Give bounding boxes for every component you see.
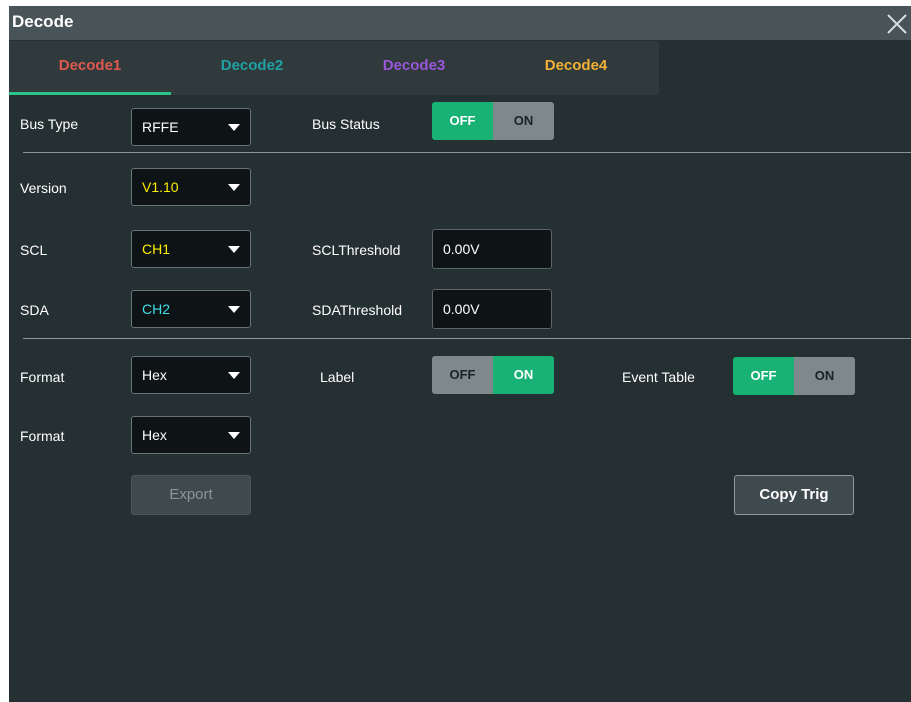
format-dropdown-2[interactable]: Hex [131,416,251,454]
event-table-on-option[interactable]: ON [794,357,855,395]
format-value-2: Hex [142,427,167,443]
active-tab-indicator [9,92,171,95]
sda-threshold-label: SDAThreshold [312,302,403,318]
label-on-option[interactable]: ON [493,356,554,394]
format-dropdown[interactable]: Hex [131,356,251,394]
bus-type-value: RFFE [142,119,179,135]
event-table-label: Event Table [622,369,695,385]
sda-value: CH2 [142,301,171,317]
tab-decode3[interactable]: Decode3 [333,41,495,95]
close-icon[interactable] [885,12,909,36]
sda-threshold-value: 0.00V [443,301,480,317]
tab-decode4-label: Decode4 [544,57,608,74]
scl-threshold-value: 0.00V [443,241,480,257]
export-button[interactable]: Export [131,475,251,515]
chevron-down-icon [228,246,240,253]
tab-decode2[interactable]: Decode2 [171,41,333,95]
scl-threshold-label: SCLThreshold [312,242,401,258]
scl-threshold-input[interactable]: 0.00V [432,229,552,269]
format-label-2: Format [20,428,65,444]
label-toggle-label: Label [320,369,355,385]
title-bar: Decode [9,6,911,40]
event-table-off-option[interactable]: OFF [733,357,794,395]
chevron-down-icon [228,184,240,191]
format-label: Format [20,369,65,385]
label-toggle[interactable]: OFF ON [432,356,554,394]
sda-dropdown[interactable]: CH2 [131,290,251,328]
chevron-down-icon [228,432,240,439]
scl-dropdown[interactable]: CH1 [131,230,251,268]
bus-status-on-option[interactable]: ON [493,102,554,140]
bus-type-dropdown[interactable]: RFFE [131,108,251,146]
decode-tabs: Decode1 Decode2 Decode3 Decode4 [9,41,659,95]
event-table-toggle[interactable]: OFF ON [733,357,855,395]
chevron-down-icon [228,306,240,313]
decode-dialog: Decode Decode1 Decode2 Decode3 Decode4 B… [9,6,911,702]
bus-status-label: Bus Status [312,116,380,132]
divider [23,152,911,153]
version-dropdown[interactable]: V1.10 [131,168,251,206]
sda-threshold-input[interactable]: 0.00V [432,289,552,329]
tab-decode4[interactable]: Decode4 [495,41,657,95]
version-value: V1.10 [142,179,179,195]
sda-label: SDA [20,302,49,318]
bus-status-toggle[interactable]: OFF ON [432,102,554,140]
tab-decode2-label: Decode2 [220,57,284,74]
tab-decode3-label: Decode3 [382,57,446,74]
version-label: Version [20,180,67,196]
divider [23,338,911,339]
tab-decode1[interactable]: Decode1 [9,41,171,95]
copy-trig-button[interactable]: Copy Trig [734,475,854,515]
scl-value: CH1 [142,241,171,257]
label-off-option[interactable]: OFF [432,356,493,394]
bus-status-off-option[interactable]: OFF [432,102,493,140]
chevron-down-icon [228,124,240,131]
bus-type-label: Bus Type [20,116,79,132]
chevron-down-icon [228,372,240,379]
scl-label: SCL [20,242,48,258]
dialog-title: Decode [12,12,74,31]
format-value: Hex [142,367,167,383]
tab-decode1-label: Decode1 [58,57,122,74]
